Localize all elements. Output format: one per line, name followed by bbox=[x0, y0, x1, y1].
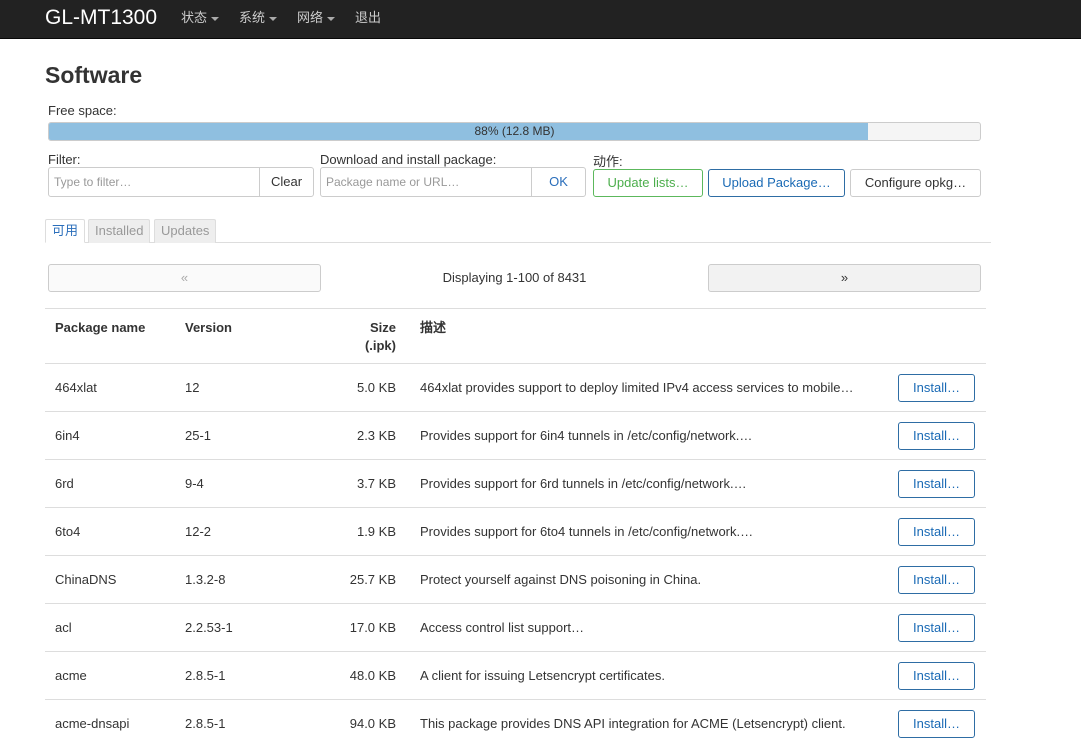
install-button[interactable]: Install… bbox=[898, 422, 975, 450]
table-row: acme-dnsapi 2.8.5-1 94.0 KB This package pr… bbox=[45, 700, 986, 748]
package-size: 2.3 KB bbox=[356, 428, 396, 443]
package-version: 12 bbox=[185, 380, 200, 395]
top-navbar: GL-MT1300 状态 系统 网络 退出 bbox=[0, 0, 1081, 39]
header-version: Version bbox=[185, 320, 232, 335]
table-header: Package name Version Size (.ipk) 描述 bbox=[45, 308, 986, 364]
chevron-down-icon bbox=[269, 16, 278, 21]
package-size: 1.9 KB bbox=[356, 524, 396, 539]
nav-network[interactable]: 网络 bbox=[297, 10, 336, 26]
actions-label: 动作: bbox=[593, 154, 623, 169]
package-size: 5.0 KB bbox=[356, 380, 396, 395]
tab-updates[interactable]: Updates bbox=[154, 219, 217, 243]
package-size: 25.7 KB bbox=[349, 572, 396, 587]
nav-status[interactable]: 状态 bbox=[181, 10, 220, 26]
pager-prev-button[interactable]: « bbox=[48, 264, 321, 292]
install-button[interactable]: Install… bbox=[898, 614, 975, 642]
package-version: 9-4 bbox=[185, 476, 204, 491]
download-label: Download and install package: bbox=[320, 152, 497, 167]
package-description: This package provides DNS API integratio… bbox=[420, 716, 846, 731]
nav-logout[interactable]: 退出 bbox=[355, 10, 381, 26]
filter-label: Filter: bbox=[48, 152, 81, 167]
header-size-label: Size bbox=[369, 320, 396, 335]
free-space-label: Free space: bbox=[48, 103, 117, 118]
ok-button[interactable]: OK bbox=[531, 167, 586, 197]
pager-next-button[interactable]: » bbox=[708, 264, 981, 292]
install-button[interactable]: Install… bbox=[898, 518, 975, 546]
nav-system-label: 系统 bbox=[239, 10, 266, 25]
tab-available[interactable]: 可用 bbox=[45, 219, 86, 243]
free-space-text: 88% (12.8 MB) bbox=[474, 124, 555, 138]
package-version: 2.2.53-1 bbox=[185, 620, 233, 635]
table-body: 464xlat 12 5.0 KB 464xlat provides support … bbox=[45, 364, 986, 748]
package-version: 2.8.5-1 bbox=[185, 668, 226, 683]
table-row: 6rd 9-4 3.7 KB Provides support for 6rd tun… bbox=[45, 460, 986, 508]
package-version: 25-1 bbox=[185, 428, 212, 443]
package-size: 48.0 KB bbox=[349, 668, 396, 683]
upload-package-button[interactable]: Upload Package… bbox=[708, 169, 845, 197]
table-row: acme 2.8.5-1 48.0 KB A client for issuing L… bbox=[45, 652, 986, 700]
configure-opkg-button[interactable]: Configure opkg… bbox=[850, 169, 981, 197]
table-row: 6in4 25-1 2.3 KB Provides support for 6in4 … bbox=[45, 412, 986, 460]
package-version: 12-2 bbox=[185, 524, 212, 539]
header-size-unit: (.ipk) bbox=[364, 338, 396, 353]
package-description: Provides support for 6rd tunnels in /etc… bbox=[420, 476, 747, 491]
packages-table: Package name Version Size (.ipk) 描述 464x… bbox=[45, 308, 986, 748]
chevron-down-icon bbox=[211, 16, 220, 21]
nav-system[interactable]: 系统 bbox=[239, 10, 278, 26]
package-description: Provides support for 6to4 tunnels in /et… bbox=[420, 524, 754, 539]
package-version: 2.8.5-1 bbox=[185, 716, 226, 731]
package-description: Protect yourself against DNS poisoning i… bbox=[420, 572, 702, 587]
package-name: ChinaDNS bbox=[55, 572, 117, 587]
table-row: 464xlat 12 5.0 KB 464xlat provides support … bbox=[45, 364, 986, 412]
package-name: 464xlat bbox=[55, 380, 97, 395]
package-size: 17.0 KB bbox=[349, 620, 396, 635]
brand-logo[interactable]: GL-MT1300 bbox=[45, 5, 157, 31]
package-description: Provides support for 6in4 tunnels in /et… bbox=[420, 428, 753, 443]
install-button[interactable]: Install… bbox=[898, 662, 975, 690]
nav-status-label: 状态 bbox=[181, 10, 208, 25]
package-name: 6to4 bbox=[55, 524, 81, 539]
tab-installed[interactable]: Installed bbox=[88, 219, 151, 243]
free-space-progress: 88% (12.8 MB) bbox=[48, 122, 981, 141]
package-description: Access control list support… bbox=[420, 620, 585, 635]
package-size: 3.7 KB bbox=[356, 476, 396, 491]
table-row: acl 2.2.53-1 17.0 KB Access control list su… bbox=[45, 604, 986, 652]
package-description: 464xlat provides support to deploy limit… bbox=[420, 380, 854, 395]
package-version: 1.3.2-8 bbox=[185, 572, 226, 587]
package-size: 94.0 KB bbox=[349, 716, 396, 731]
package-name: 6in4 bbox=[55, 428, 80, 443]
package-description: A client for issuing Letsencrypt certifi… bbox=[420, 668, 665, 683]
table-row: ChinaDNS 1.3.2-8 25.7 KB Protect yourself a… bbox=[45, 556, 986, 604]
chevron-down-icon bbox=[327, 16, 336, 21]
header-package-name: Package name bbox=[55, 320, 146, 335]
package-name: acl bbox=[55, 620, 72, 635]
install-button[interactable]: Install… bbox=[898, 374, 975, 402]
package-url-input[interactable] bbox=[320, 167, 532, 197]
install-button[interactable]: Install… bbox=[898, 566, 975, 594]
install-button[interactable]: Install… bbox=[898, 470, 975, 498]
filter-input[interactable] bbox=[48, 167, 260, 197]
install-button[interactable]: Install… bbox=[898, 710, 975, 738]
pager-status: Displaying 1-100 of 8431 bbox=[442, 270, 587, 285]
nav-network-label: 网络 bbox=[297, 10, 324, 25]
package-name: acme bbox=[55, 668, 87, 683]
package-name: 6rd bbox=[55, 476, 74, 491]
update-lists-button[interactable]: Update lists… bbox=[593, 169, 703, 197]
header-size: Size (.ipk) bbox=[315, 319, 396, 355]
table-row: 6to4 12-2 1.9 KB Provides support for 6to4 … bbox=[45, 508, 986, 556]
header-description: 描述 bbox=[420, 320, 447, 335]
page-title: Software bbox=[45, 62, 143, 88]
package-name: acme-dnsapi bbox=[55, 716, 130, 731]
clear-button[interactable]: Clear bbox=[259, 167, 314, 197]
